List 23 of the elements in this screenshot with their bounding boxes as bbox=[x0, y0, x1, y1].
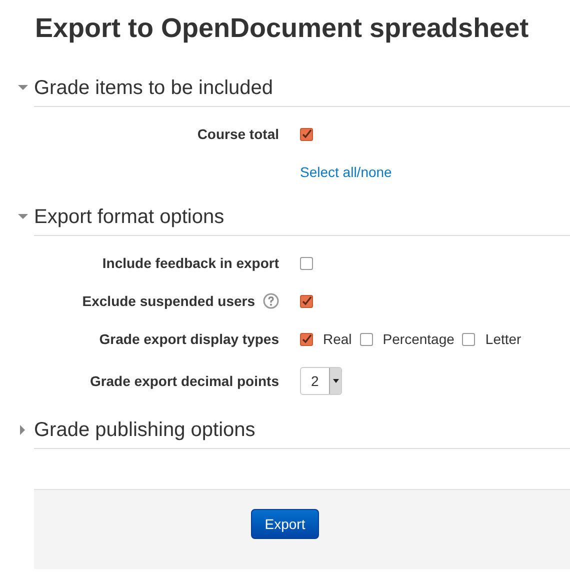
field-label: Grade export display types bbox=[99, 330, 279, 349]
checkbox[interactable] bbox=[300, 332, 313, 346]
section-heading[interactable]: Grade publishing options bbox=[34, 415, 256, 445]
option-label: Percentage bbox=[382, 330, 454, 349]
select-all-link[interactable]: Select all/none bbox=[300, 162, 392, 182]
checkbox[interactable] bbox=[462, 332, 476, 346]
help-icon[interactable] bbox=[263, 293, 279, 309]
section-heading[interactable]: Grade items to be included bbox=[34, 73, 274, 103]
field-label: Exclude suspended users bbox=[82, 292, 255, 311]
page-title: Export to OpenDocument spreadsheet bbox=[34, 12, 530, 45]
option-label: Real bbox=[323, 330, 352, 348]
field-label: Grade export decimal points bbox=[90, 372, 279, 391]
dropdown-arrow-icon bbox=[332, 379, 338, 383]
checkbox[interactable] bbox=[300, 128, 313, 140]
field-label: Include feedback in export bbox=[102, 254, 279, 273]
option-label: Letter bbox=[485, 330, 522, 348]
checkbox[interactable] bbox=[360, 332, 373, 346]
export-button[interactable]: Export bbox=[250, 509, 320, 539]
decimal-select[interactable]: 2 bbox=[300, 367, 342, 395]
checkbox[interactable] bbox=[300, 294, 313, 308]
field-label: Course total bbox=[197, 124, 279, 144]
section-heading[interactable]: Export format options bbox=[34, 202, 224, 232]
checkbox[interactable] bbox=[300, 256, 313, 270]
